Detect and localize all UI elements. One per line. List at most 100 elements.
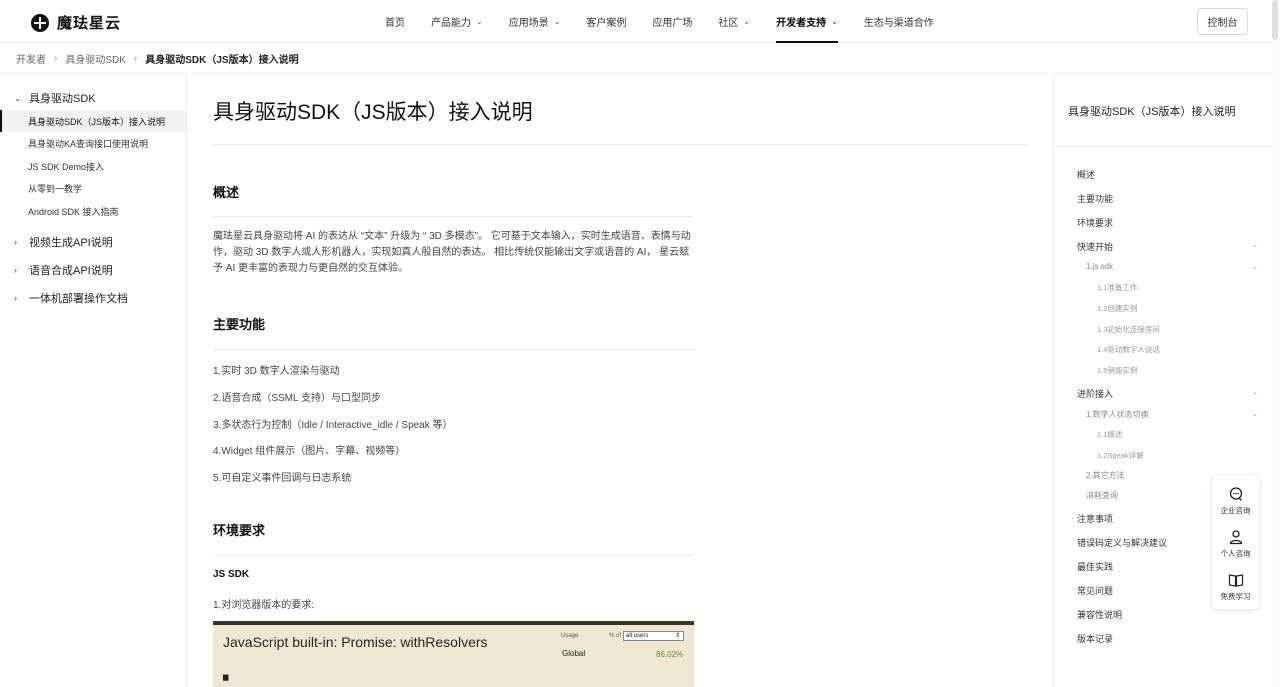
nav-label: 应用场景	[508, 18, 549, 29]
toc-item[interactable]: 1.js sdk	[1086, 262, 1113, 271]
toc-item[interactable]: 概述	[1077, 168, 1095, 181]
nav-item-products[interactable]: 产品能力 ⌄	[431, 0, 483, 43]
chevron-down-icon[interactable]: ⌄	[1252, 388, 1258, 396]
sidebar-item-js-sdk-guide[interactable]: 具身驱动SDK（JS版本）接入说明	[0, 110, 186, 132]
toc-item[interactable]: 1.1准备工作	[1097, 282, 1137, 293]
nav-label: 开发者支持	[776, 18, 827, 29]
breadcrumb-item-sdk[interactable]: 具身驱动SDK	[65, 51, 126, 66]
page-scrollbar[interactable]	[1272, 0, 1280, 687]
embed-global-percent: 86.02%	[656, 650, 684, 659]
divider	[213, 555, 694, 556]
personal-consult-button[interactable]: 个人咨询	[1212, 524, 1259, 564]
toc-item[interactable]: 进阶接入	[1077, 387, 1113, 400]
toc-item[interactable]: 环境要求	[1077, 216, 1113, 229]
personal-consult-label: 个人咨询	[1220, 549, 1251, 558]
doc-content: 具身驱动SDK（JS版本）接入说明 概述 魔珐星云具身驱动将 AI 的表达从 “…	[213, 74, 1027, 687]
embed-users-select: all users ⇕	[623, 631, 684, 641]
nav-item-scenarios[interactable]: 应用场景 ⌄	[509, 0, 561, 43]
docs-sidebar: ⌄ 具身驱动SDK 具身驱动SDK（JS版本）接入说明 具身驱动KA查询接口使用…	[0, 74, 187, 687]
breadcrumb-item-current: 具身驱动SDK（JS版本）接入说明	[145, 54, 299, 66]
toc-item[interactable]: 2.其它方法	[1086, 470, 1125, 481]
toc-item[interactable]: 主要功能	[1077, 192, 1113, 205]
toc-item[interactable]: 1.数字人状态切换	[1086, 409, 1149, 420]
brand-logo[interactable]: 魔珐星云	[31, 12, 121, 33]
sidebar-item-js-demo[interactable]: JS SDK Demo接入	[0, 155, 186, 177]
nav-item-developer-support[interactable]: 开发者支持 ⌄	[776, 0, 838, 43]
feature-item: 4.Widget 组件展示（图片、字幕、视频等）	[213, 446, 406, 457]
chevron-down-icon[interactable]: ⌄	[1252, 241, 1258, 249]
toc-item[interactable]: 注意事项	[1077, 512, 1113, 525]
nav-item-home[interactable]: 首页	[385, 0, 405, 43]
page-title: 具身驱动SDK（JS版本）接入说明	[213, 101, 533, 124]
toc-item[interactable]: 兼容性说明	[1077, 608, 1122, 621]
sidebar-group-embodied-sdk[interactable]: ⌄ 具身驱动SDK	[0, 88, 186, 108]
browser-support-image: JavaScript built-in: Promise: withResolv…	[213, 621, 694, 687]
book-icon	[1228, 574, 1243, 587]
toc-item[interactable]: 1.5销毁实例	[1097, 365, 1137, 376]
chevron-down-icon: ⌄	[831, 17, 838, 26]
breadcrumb: 开发者 › 具身驱动SDK › 具身驱动SDK（JS版本）接入说明	[0, 43, 1280, 74]
chevron-down-icon: ⌄	[553, 17, 561, 26]
toc-item[interactable]: 错误码定义与解决建议	[1077, 536, 1167, 549]
toc-item[interactable]: 1.3初始化连接房间	[1097, 324, 1160, 335]
sidebar-item-ka-query[interactable]: 具身驱动KA查询接口使用说明	[0, 133, 186, 155]
sidebar-group-appliance-deploy[interactable]: › 一体机部署操作文档	[0, 288, 186, 308]
toc-item[interactable]: 版本记录	[1077, 632, 1113, 645]
nav-item-app-square[interactable]: 应用广场	[652, 0, 692, 43]
sidebar-group-tts-api[interactable]: › 语音合成API说明	[0, 260, 186, 280]
embed-global-label: Global	[562, 649, 586, 658]
free-learning-button[interactable]: 免费学习	[1212, 567, 1259, 607]
nav-label: 应用广场	[652, 18, 693, 29]
chevron-right-icon: ›	[14, 237, 17, 247]
toc-item[interactable]: 1.2Speak详解	[1097, 450, 1144, 461]
main-nav: 首页 产品能力 ⌄ 应用场景 ⌄ 客户案例 应用广场 社区 ⌄ 开发者支持 ⌄ 生态与渠…	[385, 0, 960, 43]
toc-item[interactable]: 1.4驱动数字人说话	[1097, 344, 1160, 355]
chevron-down-icon: ⌄	[476, 17, 483, 26]
feature-item: 5.可自定义事件回调与日志系统	[213, 473, 352, 484]
embed-of-label: % of	[609, 633, 622, 639]
nav-label: 产品能力	[431, 18, 471, 29]
subheading-js-sdk: JS SDK	[213, 569, 250, 580]
nav-item-ecosystem[interactable]: 生态与渠道合作	[864, 0, 934, 43]
sidebar-item-android-sdk[interactable]: Android SDK 接入指南	[0, 200, 186, 222]
nav-item-community[interactable]: 社区 ⌄	[718, 0, 750, 43]
enterprise-consult-button[interactable]: 企业咨询	[1212, 481, 1259, 521]
console-button[interactable]: 控制台	[1197, 8, 1248, 35]
toc-item[interactable]: 消耗查询	[1086, 490, 1118, 501]
feature-item: 3.多状态行为控制（Idle / Interactive_idle / Spea…	[213, 420, 453, 431]
section-heading-env: 环境要求	[213, 523, 266, 538]
chevron-down-icon[interactable]: ⌄	[1252, 410, 1258, 418]
top-navigation-bar: 魔珐星云 首页 产品能力 ⌄ 应用场景 ⌄ 客户案例 应用广场 社区 ⌄ 开发者支持 ⌄…	[0, 0, 1280, 43]
nav-item-cases[interactable]: 客户案例	[586, 0, 626, 43]
toc-item[interactable]: 1.1概述	[1097, 429, 1122, 440]
sidebar-group-video-api[interactable]: › 视频生成API说明	[0, 232, 186, 252]
chat-bubble-icon	[1229, 487, 1242, 501]
sidebar-item-tutorial[interactable]: 从零到一教学	[0, 178, 186, 200]
sidebar-group-label: 语音合成API说明	[29, 265, 113, 277]
chevron-down-icon: ⌄	[14, 92, 22, 103]
enterprise-consult-label: 企业咨询	[1220, 506, 1251, 515]
floating-contact-panel: 企业咨询 个人咨询 免费学习	[1212, 476, 1259, 609]
chevron-right-icon: ›	[14, 265, 17, 275]
section-heading-features: 主要功能	[213, 317, 266, 332]
toc-item[interactable]: 常见问题	[1077, 584, 1113, 597]
toc-item[interactable]: 快速开始	[1077, 240, 1113, 253]
toc-item[interactable]: 1.2创建实例	[1097, 303, 1137, 314]
nav-label: 首页	[385, 18, 405, 29]
divider	[213, 349, 694, 350]
chevron-right-icon: ›	[54, 52, 58, 64]
divider	[1054, 146, 1271, 147]
brand-logo-icon	[31, 13, 49, 32]
sidebar-group-label: 视频生成API说明	[29, 237, 113, 249]
breadcrumb-item-developer[interactable]: 开发者	[16, 51, 46, 66]
chevron-down-icon[interactable]: ⌄	[1252, 263, 1258, 271]
browser-requirement-text: 1.对浏览器版本的要求:	[213, 600, 315, 611]
divider	[213, 144, 1027, 145]
section-heading-overview: 概述	[213, 185, 240, 200]
nav-label: 生态与渠道合作	[863, 18, 934, 29]
toc-item[interactable]: 最佳实践	[1077, 560, 1113, 573]
scrollbar-thumb[interactable]	[1272, 0, 1278, 40]
sidebar-group-label: 具身驱动SDK	[29, 93, 96, 105]
embed-title: JavaScript built-in: Promise: withResolv…	[223, 634, 488, 650]
embed-usage-label: Usage	[561, 633, 579, 639]
